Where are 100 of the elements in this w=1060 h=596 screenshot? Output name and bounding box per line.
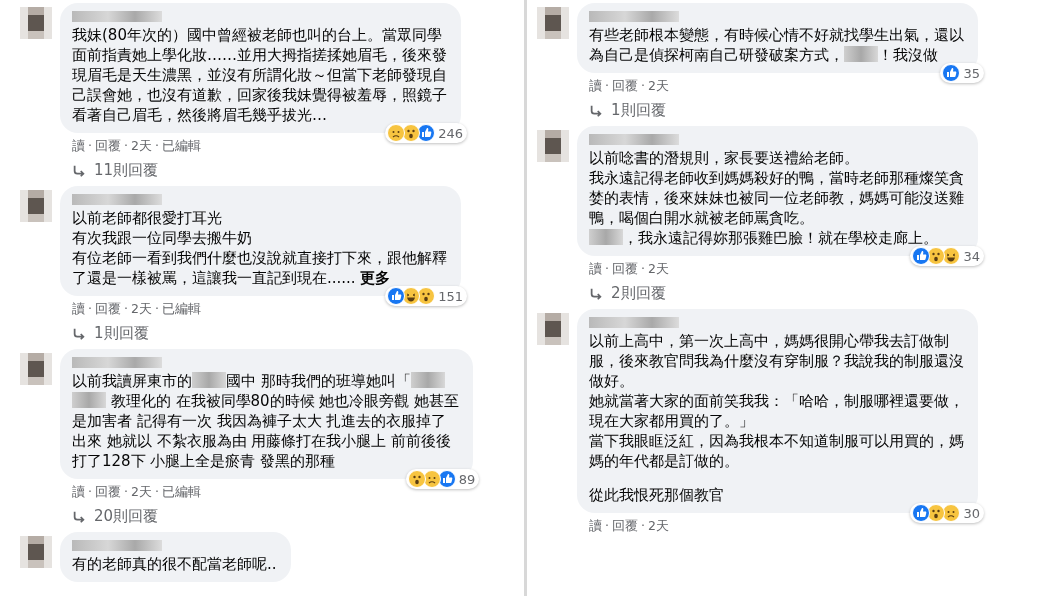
comment-action[interactable]: 讀	[589, 78, 602, 95]
separator-dot: ·	[124, 484, 128, 501]
separator-dot: ·	[154, 138, 159, 155]
comment-action: 已編輯	[161, 484, 201, 501]
surprised-face-icon	[402, 124, 421, 142]
surprised-face-icon	[927, 504, 946, 522]
separator-dot: ·	[641, 518, 645, 535]
view-replies-link[interactable]: 1則回覆	[60, 318, 149, 343]
avatar-placeholder[interactable]	[537, 5, 569, 41]
separator-dot: ·	[641, 261, 645, 278]
thumbs-up-icon	[417, 124, 436, 142]
avatar-placeholder[interactable]	[20, 188, 52, 224]
reply-arrow-icon	[589, 103, 603, 118]
view-replies-link[interactable]: 1則回覆	[577, 95, 666, 120]
reply-arrow-icon	[72, 509, 86, 524]
comment-action[interactable]: 讀	[72, 301, 85, 318]
comment-action[interactable]: 讀	[72, 138, 85, 155]
reaction-badge[interactable]: 35	[940, 63, 984, 83]
comment-action[interactable]: 回覆	[95, 138, 121, 155]
sad-face-icon	[387, 124, 406, 142]
see-more-link[interactable]: 更多	[359, 269, 390, 287]
comment-action: 2天	[130, 301, 152, 318]
comment-text: 打了128下 小腿上全是瘀青 發黑的那種	[72, 452, 336, 470]
thumbs-up-icon	[387, 287, 406, 305]
comment-text: 以前老師都很愛打耳光	[72, 209, 222, 227]
avatar-placeholder[interactable]	[537, 311, 569, 347]
comment-text: 己誤會她，也沒有道歉，回家後我妹覺得被羞辱，照鏡子	[72, 86, 447, 104]
comment-action[interactable]: 讀	[589, 261, 602, 278]
comment-text: 以前我讀屏東市的	[72, 372, 192, 390]
laughing-face-icon	[402, 287, 421, 305]
reaction-badge[interactable]: 30	[910, 503, 984, 523]
separator-dot: ·	[88, 138, 92, 155]
comment-text: ！我沒做	[878, 46, 938, 64]
sad-face-icon	[422, 470, 441, 488]
avatar-placeholder[interactable]	[20, 351, 52, 387]
surprised-face-icon	[407, 470, 426, 488]
laughing-face-icon	[942, 247, 961, 265]
redacted-text	[192, 372, 226, 388]
comment-text: 婪的表情，後來妹妹也被同一位老師教，媽媽可能沒送雞	[589, 189, 964, 207]
reaction-badge[interactable]: 151	[385, 286, 467, 306]
avatar-placeholder[interactable]	[20, 534, 52, 570]
reply-arrow-icon	[72, 326, 86, 341]
comment-action: 已編輯	[161, 301, 201, 318]
separator-dot: ·	[605, 78, 609, 95]
comment-text: 有位老師一看到我們什麼也沒說就直接打下來，跟他解釋	[72, 249, 447, 267]
reply-arrow-icon	[589, 286, 603, 301]
comment-text: 以前上高中，第一次上高中，媽媽很開心帶我去訂做制	[589, 332, 949, 350]
reaction-badge[interactable]: 89	[405, 469, 480, 489]
redacted-text	[410, 372, 445, 388]
comment-text: 以前唸書的潛規則，家長要送禮給老師。	[589, 149, 859, 167]
comment-action[interactable]: 讀	[589, 518, 602, 535]
separator-dot: ·	[124, 301, 128, 318]
comment-text: 有的老師真的很不配當老師呢..	[72, 555, 277, 573]
thumbs-up-icon	[912, 247, 931, 265]
comment-text: 出來 她就以 不紮衣服為由 用藤條打在我小腿上 前前後後	[72, 432, 452, 450]
comment-text: 有些老師根本變態，有時候心情不好就找學生出氣，還以	[589, 26, 964, 44]
separator-dot: ·	[88, 484, 92, 501]
reply-arrow-icon	[72, 163, 86, 178]
redacted-text	[844, 46, 878, 62]
reaction-badge[interactable]: 34	[910, 246, 984, 266]
comment-action[interactable]: 回覆	[95, 301, 121, 318]
comment-text: ，我永遠記得妳那張雞巴臉！就在學校走廊上。	[623, 229, 938, 247]
comment-action[interactable]: 回覆	[612, 261, 638, 278]
comment-action[interactable]: 讀	[72, 484, 85, 501]
comment-text: 媽的年代都是訂做的。	[589, 452, 739, 470]
comment-text: 教理化的 在我被同學80的時候 她也冷眼旁觀 她甚至	[109, 392, 460, 410]
separator-dot: ·	[88, 301, 92, 318]
comment-text: 看著自己眉毛，然後將眉毛幾乎拔光…	[72, 106, 327, 124]
thumbs-up-icon	[437, 470, 456, 488]
sad-face-icon	[942, 504, 961, 522]
comment-text: 我永遠記得老師收到媽媽殺好的鴨，當時老師那種燦笑貪	[589, 169, 964, 187]
comment-action: 2天	[647, 78, 669, 95]
separator-dot: ·	[641, 78, 645, 95]
surprised-face-icon	[417, 287, 436, 305]
separator-dot: ·	[154, 301, 159, 318]
view-replies-link[interactable]: 2則回覆	[577, 278, 666, 303]
separator-dot: ·	[605, 261, 609, 278]
comment-text: 有次我跟一位同學去搬牛奶	[72, 229, 252, 247]
redacted-text	[589, 229, 623, 245]
view-replies-link[interactable]: 20則回覆	[60, 501, 159, 526]
surprised-face-icon	[927, 247, 946, 265]
comment-action[interactable]: 回覆	[95, 484, 121, 501]
comment-text: 她就當著大家的面前笑我我：「哈哈，制服哪裡還要做，	[589, 392, 964, 410]
avatar-placeholder[interactable]	[20, 5, 52, 41]
comment-text: 我妹(80年次的）國中曾經被老師也叫的台上。當眾同學	[72, 26, 442, 44]
comment-text: 做好。	[589, 372, 634, 390]
comment-action: 2天	[130, 484, 152, 501]
comment-text: 現在大家都用買的了。」	[589, 412, 754, 430]
comment-text: 服，後來教官問我為什麼沒有穿制服？我說我的制服還沒	[589, 352, 964, 370]
comment-text: 國中 那時我們的班導她叫「	[226, 372, 411, 390]
reaction-badge[interactable]: 246	[385, 123, 467, 143]
comment-text: 現眉毛是天生濃黑，並沒有所謂化妝～但當下老師發現自	[72, 66, 447, 84]
comment-action[interactable]: 回覆	[612, 518, 638, 535]
comment-text: 面前指責她上學化妝……並用大拇指搓揉她眉毛，後來發	[72, 46, 447, 64]
thumbs-up-icon	[912, 504, 931, 522]
avatar-placeholder[interactable]	[537, 128, 569, 164]
comment-action[interactable]: 回覆	[612, 78, 638, 95]
comment-action: 2天	[647, 518, 669, 535]
comment-action: 已編輯	[161, 138, 201, 155]
view-replies-link[interactable]: 11則回覆	[60, 155, 159, 180]
